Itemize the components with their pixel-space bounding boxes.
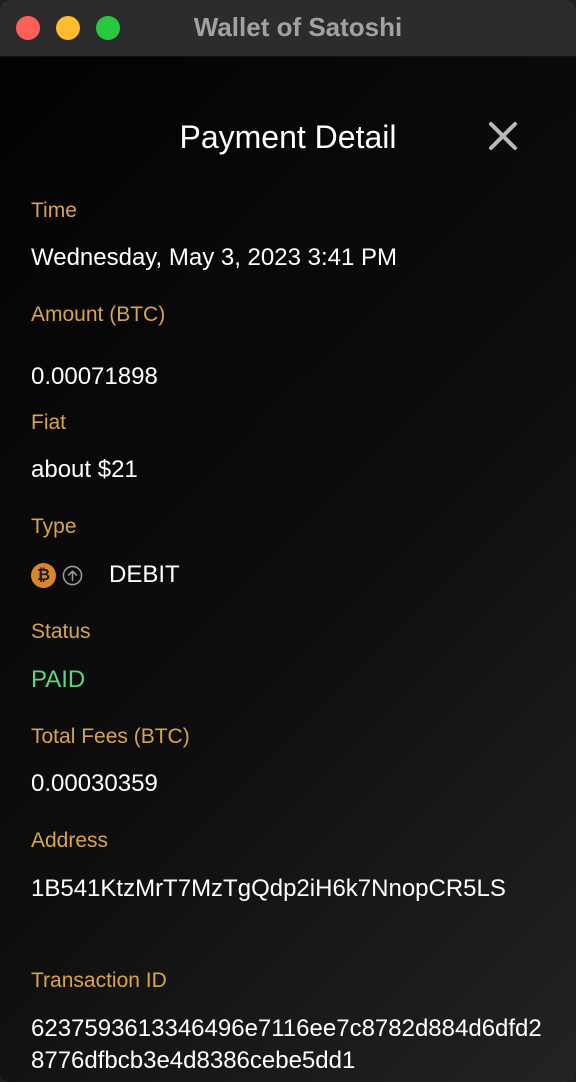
close-button[interactable] [484,117,522,155]
app-window: Wallet of Satoshi Payment Detail Time We… [0,0,576,1082]
address-label: Address [31,829,109,852]
fees-label: Total Fees (BTC) [31,725,190,748]
type-row: ₿ DEBIT [31,561,180,589]
type-value: DEBIT [109,561,180,588]
transaction-id-value[interactable]: 6237593613346496e7116ee7c8782d884d6dfd28… [31,1013,551,1077]
time-label: Time [31,199,77,222]
payment-detail-panel: Payment Detail Time Wednesday, May 3, 20… [0,57,576,1082]
arrow-up-circle-icon [62,565,83,585]
status-value: PAID [31,666,86,693]
address-value[interactable]: 1B541KtzMrT7MzTgQdp2iH6k7NnopCR5LS [31,875,506,903]
fiat-value: about $21 [31,456,138,483]
fees-value: 0.00030359 [31,770,158,797]
fiat-label: Fiat [31,411,67,434]
amount-value: 0.00071898 [31,363,158,390]
type-label: Type [31,515,77,538]
bitcoin-icon: ₿ [31,562,56,588]
close-icon [489,122,517,150]
title-bar[interactable]: Wallet of Satoshi [0,0,576,57]
amount-label: Amount (BTC) [31,303,166,326]
status-label: Status [31,620,91,643]
transaction-id-label: Transaction ID [31,969,167,992]
window-title: Wallet of Satoshi [193,12,403,42]
time-value: Wednesday, May 3, 2023 3:41 PM [31,244,397,271]
